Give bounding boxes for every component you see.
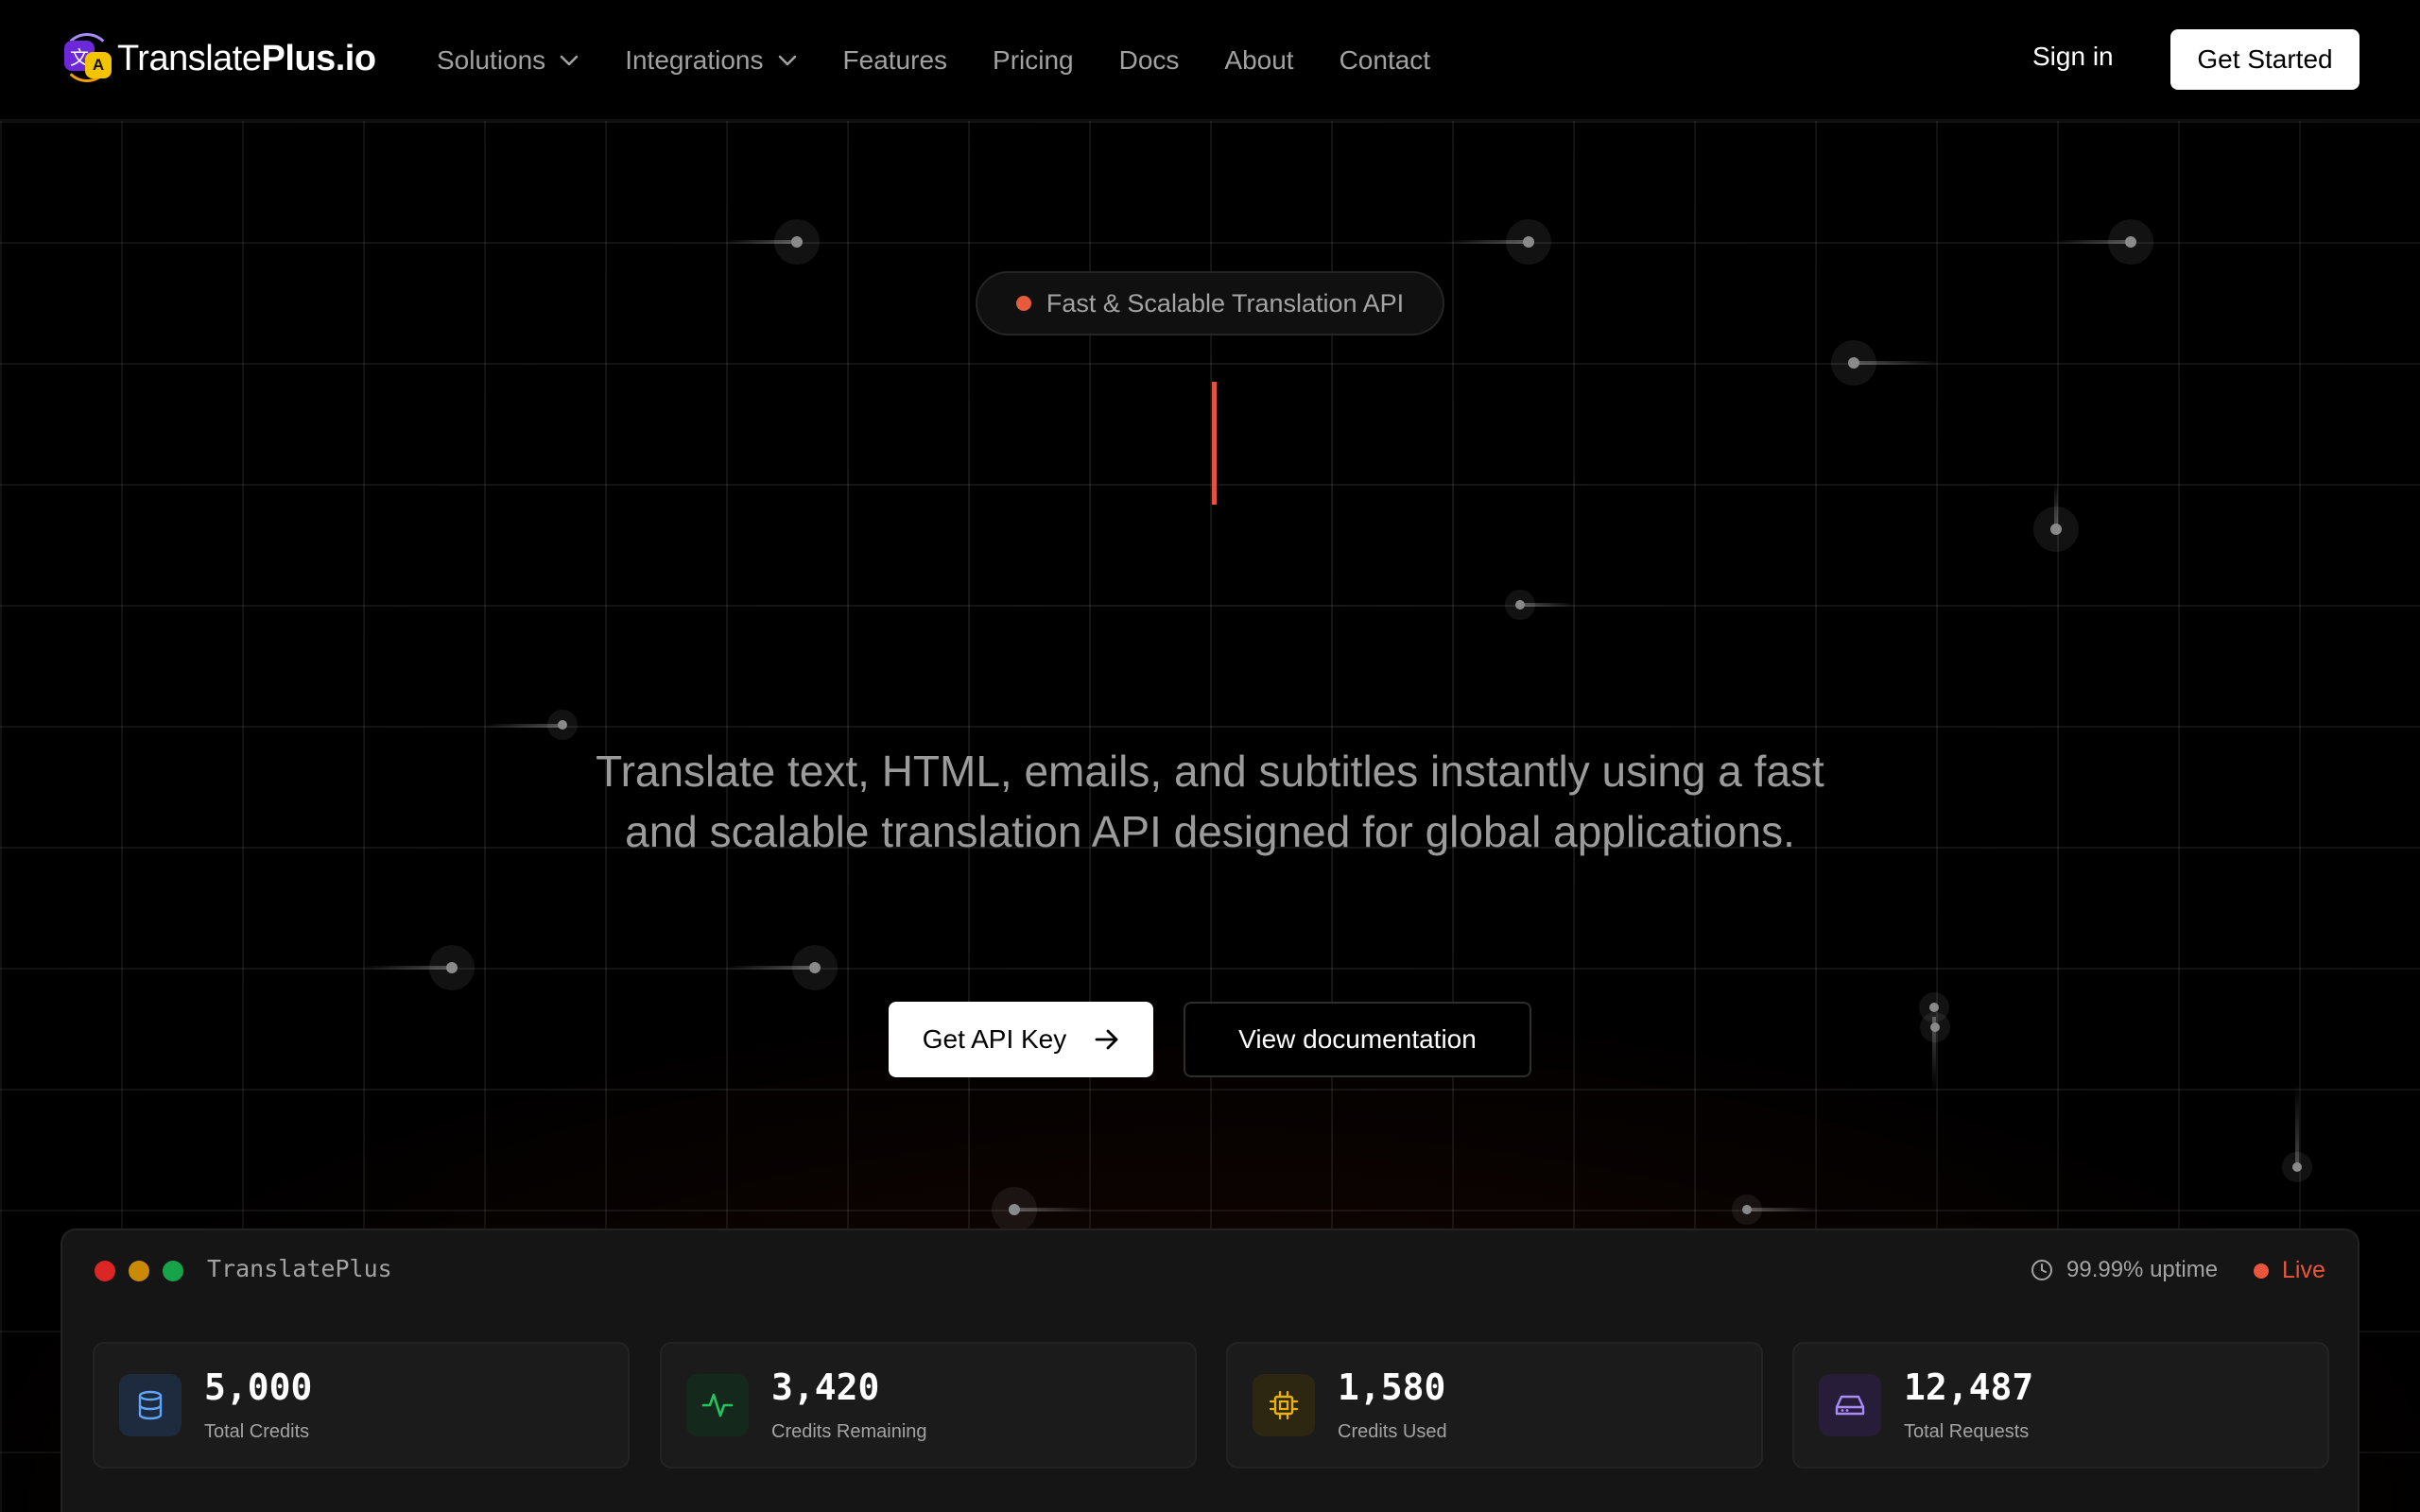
stat-card-credits-used: 1,580 Credits Used [1226,1342,1763,1469]
window-close-dot [95,1261,115,1281]
typing-cursor [1212,382,1217,505]
sign-in-link[interactable]: Sign in [2032,42,2114,72]
nav-solutions[interactable]: Solutions [437,45,579,76]
grid-node [1831,340,1876,386]
clock-icon [2031,1260,2052,1280]
hero-subtitle: Translate text, HTML, emails, and subtit… [596,747,1824,856]
get-started-button[interactable]: Get Started [2170,29,2360,90]
stat-value: 1,580 [1338,1366,1446,1408]
grid-node [2108,219,2153,265]
grid-node [2033,507,2079,552]
live-dot [2254,1263,2269,1279]
dashboard-header: TranslatePlus 99.99% uptime Live [62,1230,2358,1310]
uptime-text: 99.99% uptime [2066,1257,2219,1282]
activity-icon [686,1374,749,1436]
dashboard-preview: TranslatePlus 99.99% uptime Live 5,000 T… [60,1228,2360,1512]
grid-node [992,1187,1037,1232]
chevron-down-icon [778,55,796,66]
stat-card-credits-remaining: 3,420 Credits Remaining [660,1342,1197,1469]
view-documentation-button[interactable]: View documentation [1184,1002,1531,1077]
nav-pricing[interactable]: Pricing [993,45,1074,76]
translate-logo-icon: 文 A [62,33,113,84]
uptime-indicator: 99.99% uptime [2031,1257,2218,1283]
stat-label: Credits Used [1338,1421,1447,1442]
stat-label: Total Credits [204,1421,310,1442]
stat-card-total-requests: 12,487 Total Requests [1792,1342,2329,1469]
grid-node [774,219,820,265]
stat-value: 5,000 [204,1366,313,1408]
stat-label: Total Requests [1904,1421,2030,1442]
grid-node [1505,590,1535,620]
hard-drive-icon [1819,1374,1881,1436]
window-maximize-dot [163,1261,183,1281]
grid-node [1920,1012,1950,1042]
grid-node [2282,1152,2312,1182]
cpu-icon [1253,1374,1315,1436]
stat-value: 3,420 [771,1366,880,1408]
stat-card-total-credits: 5,000 Total Credits [93,1342,630,1469]
grid-node [429,945,475,990]
logo[interactable]: 文 A TranslatePlus.io [62,30,376,87]
get-api-key-label: Get API Key [922,1024,1067,1054]
grid-node [547,710,578,740]
arrow-right-icon [1095,1029,1118,1050]
stat-value: 12,487 [1904,1366,2034,1408]
logo-text: TranslatePlus.io [117,38,376,78]
live-text: Live [2282,1257,2325,1283]
hero-badge-text: Fast & Scalable Translation API [1046,288,1405,318]
badge-dot [1015,296,1031,311]
live-status: Live [2254,1257,2325,1284]
chevron-down-icon [560,55,579,66]
get-api-key-button[interactable]: Get API Key [889,1002,1153,1077]
hero-badge: Fast & Scalable Translation API [976,271,1444,335]
grid-node [792,945,838,990]
nav-links: Solutions Integrations Features Pricing … [437,38,1476,83]
nav-integrations[interactable]: Integrations [625,45,797,76]
nav-contact[interactable]: Contact [1340,45,1431,76]
dashboard-title: TranslatePlus [207,1255,392,1282]
grid-node [1506,219,1551,265]
nav-features[interactable]: Features [843,45,948,76]
top-navigation: 文 A TranslatePlus.io Solutions Integrati… [0,0,2420,121]
nav-docs[interactable]: Docs [1119,45,1180,76]
window-minimize-dot [129,1261,149,1281]
grid-node [1732,1194,1762,1225]
stat-label: Credits Remaining [771,1421,927,1442]
nav-about[interactable]: About [1224,45,1293,76]
database-icon [119,1374,182,1436]
